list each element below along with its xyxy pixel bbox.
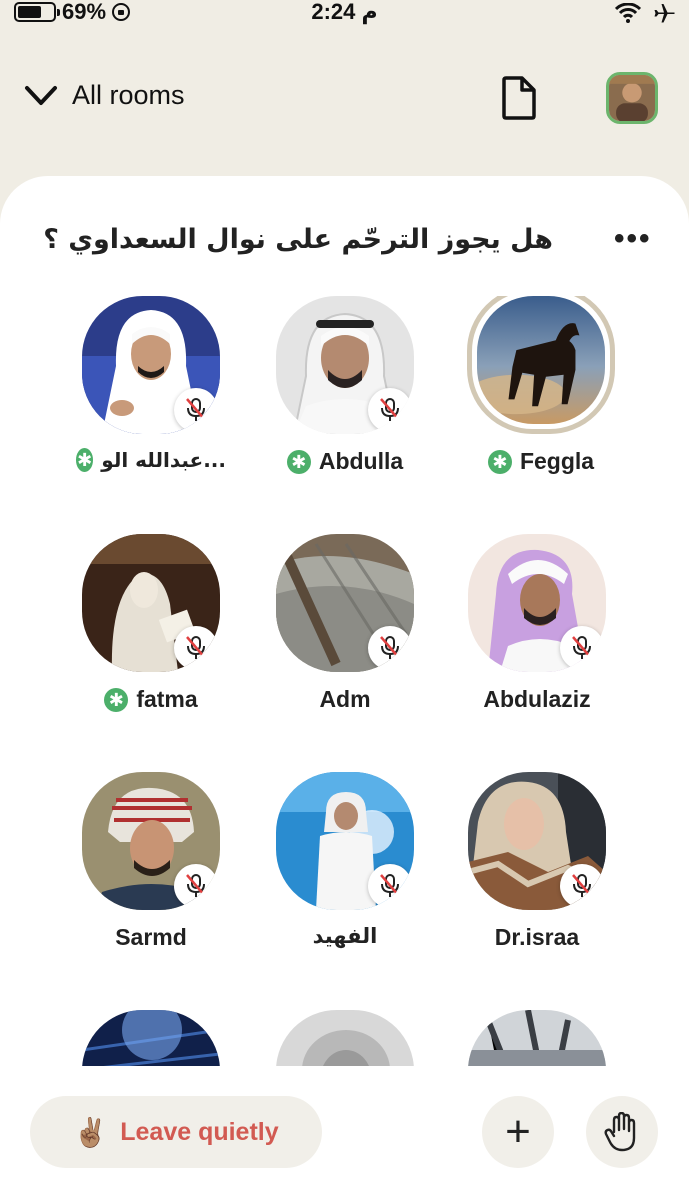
speaker-name: Abdulla	[318, 448, 404, 474]
add-button[interactable]: +	[482, 1096, 554, 1168]
speaker-tile[interactable]: ✱ عبدالله الو...	[76, 296, 226, 472]
speaker-avatar	[276, 534, 414, 672]
status-bar: 69% 2:24 م	[0, 0, 689, 28]
muted-mic-icon	[368, 626, 412, 670]
room-title: هل يجوز الترحّم على نوال السعداوي ؟	[43, 224, 553, 255]
speaker-name-row: Sarmd	[76, 924, 226, 951]
room-card: هل يجوز الترحّم على نوال السعداوي ؟ ••• …	[0, 176, 689, 1200]
moderator-icon: ✱	[487, 449, 512, 474]
raise-hand-button[interactable]	[586, 1096, 658, 1168]
speaker-name-row: الفهيد	[270, 924, 420, 948]
profile-photo	[609, 75, 655, 121]
speaker-avatar	[82, 534, 220, 672]
moderator-icon: ✱	[286, 449, 311, 474]
speaker-avatar	[276, 772, 414, 910]
muted-mic-icon	[560, 864, 604, 908]
speaker-avatar	[468, 534, 606, 672]
status-right	[615, 2, 675, 24]
speaker-name-row: ✱ Feggla	[466, 448, 616, 475]
speaker-photo	[82, 1010, 220, 1066]
speaker-photo	[276, 1010, 414, 1066]
speaker-avatar	[468, 772, 606, 910]
speaker-name-row: Dr.israa	[462, 924, 612, 951]
status-time: 2:24 م	[311, 0, 378, 24]
speaker-name-row: ✱ Abdulla	[270, 448, 420, 475]
moderator-icon: ✱	[104, 687, 129, 712]
speaker-name: Sarmd	[115, 924, 187, 950]
speaker-name-row: ✱ عبدالله الو...	[76, 448, 226, 472]
speaker-tile[interactable]: Sarmd	[76, 772, 226, 951]
all-rooms-label: All rooms	[72, 80, 185, 110]
speaker-name-row: ✱ fatma	[76, 686, 226, 713]
speaker-tile[interactable]	[270, 1010, 420, 1066]
profile-avatar[interactable]	[606, 72, 658, 124]
speaker-photo	[468, 1010, 606, 1066]
muted-mic-icon	[560, 626, 604, 670]
speaker-name: Adm	[319, 686, 371, 712]
speaker-tile[interactable]: ✱ Abdulla	[270, 296, 420, 475]
muted-mic-icon	[368, 388, 412, 432]
speaker-name: عبدالله الو...	[101, 448, 226, 472]
speaker-tile[interactable]: Dr.israa	[462, 772, 612, 951]
speaker-grid: ✱ Feggla ✱ Abdulla ✱ عبدالله الو... Abdu…	[0, 296, 689, 1066]
speaker-name: Feggla	[519, 448, 595, 474]
speaker-tile[interactable]: Adm	[270, 534, 420, 713]
more-options-button[interactable]: •••	[614, 222, 652, 256]
muted-mic-icon	[368, 864, 412, 908]
peace-hand-icon: ✌🏽	[73, 1116, 109, 1148]
airplane-icon	[654, 4, 675, 23]
leave-quietly-button[interactable]: ✌🏽 Leave quietly	[30, 1096, 322, 1168]
header: All rooms	[0, 60, 689, 140]
muted-mic-icon	[174, 388, 218, 432]
muted-mic-icon	[174, 626, 218, 670]
all-rooms-button[interactable]: All rooms	[24, 80, 185, 111]
plus-icon: +	[505, 1107, 531, 1156]
leave-quietly-label: Leave quietly	[120, 1117, 279, 1146]
speaker-avatar	[82, 772, 220, 910]
speaker-photo	[477, 296, 605, 424]
speaker-name-row: Abdulaziz	[462, 686, 612, 713]
speaker-name: الفهيد	[312, 924, 378, 948]
speaker-tile[interactable]: ✱ Feggla	[466, 296, 616, 475]
speaker-tile[interactable]: ✱ fatma	[76, 534, 226, 713]
speaker-avatar	[467, 296, 615, 434]
speaker-avatar	[276, 1010, 414, 1066]
document-icon	[502, 76, 536, 120]
raise-hand-icon	[604, 1112, 636, 1152]
speaker-name: Dr.israa	[494, 924, 580, 950]
speaker-avatar	[82, 1010, 220, 1066]
document-button[interactable]	[500, 76, 542, 122]
speaker-tile[interactable]: Abdulaziz	[462, 534, 612, 713]
moderator-icon: ✱	[76, 448, 94, 472]
speaker-name: fatma	[136, 686, 198, 712]
chevron-down-icon	[25, 85, 57, 105]
speaker-avatar	[82, 296, 220, 434]
speaker-avatar	[276, 296, 414, 434]
speaker-name-row: Adm	[270, 686, 420, 713]
speaker-avatar	[468, 1010, 606, 1066]
wifi-icon	[615, 3, 641, 23]
speaker-tile[interactable]	[462, 1010, 612, 1066]
bottom-bar: ✌🏽 Leave quietly +	[0, 1066, 689, 1200]
speaker-tile[interactable]: الفهيد	[270, 772, 420, 948]
speaker-name: Abdulaziz	[483, 686, 591, 712]
speaker-tile[interactable]	[76, 1010, 226, 1066]
muted-mic-icon	[174, 864, 218, 908]
